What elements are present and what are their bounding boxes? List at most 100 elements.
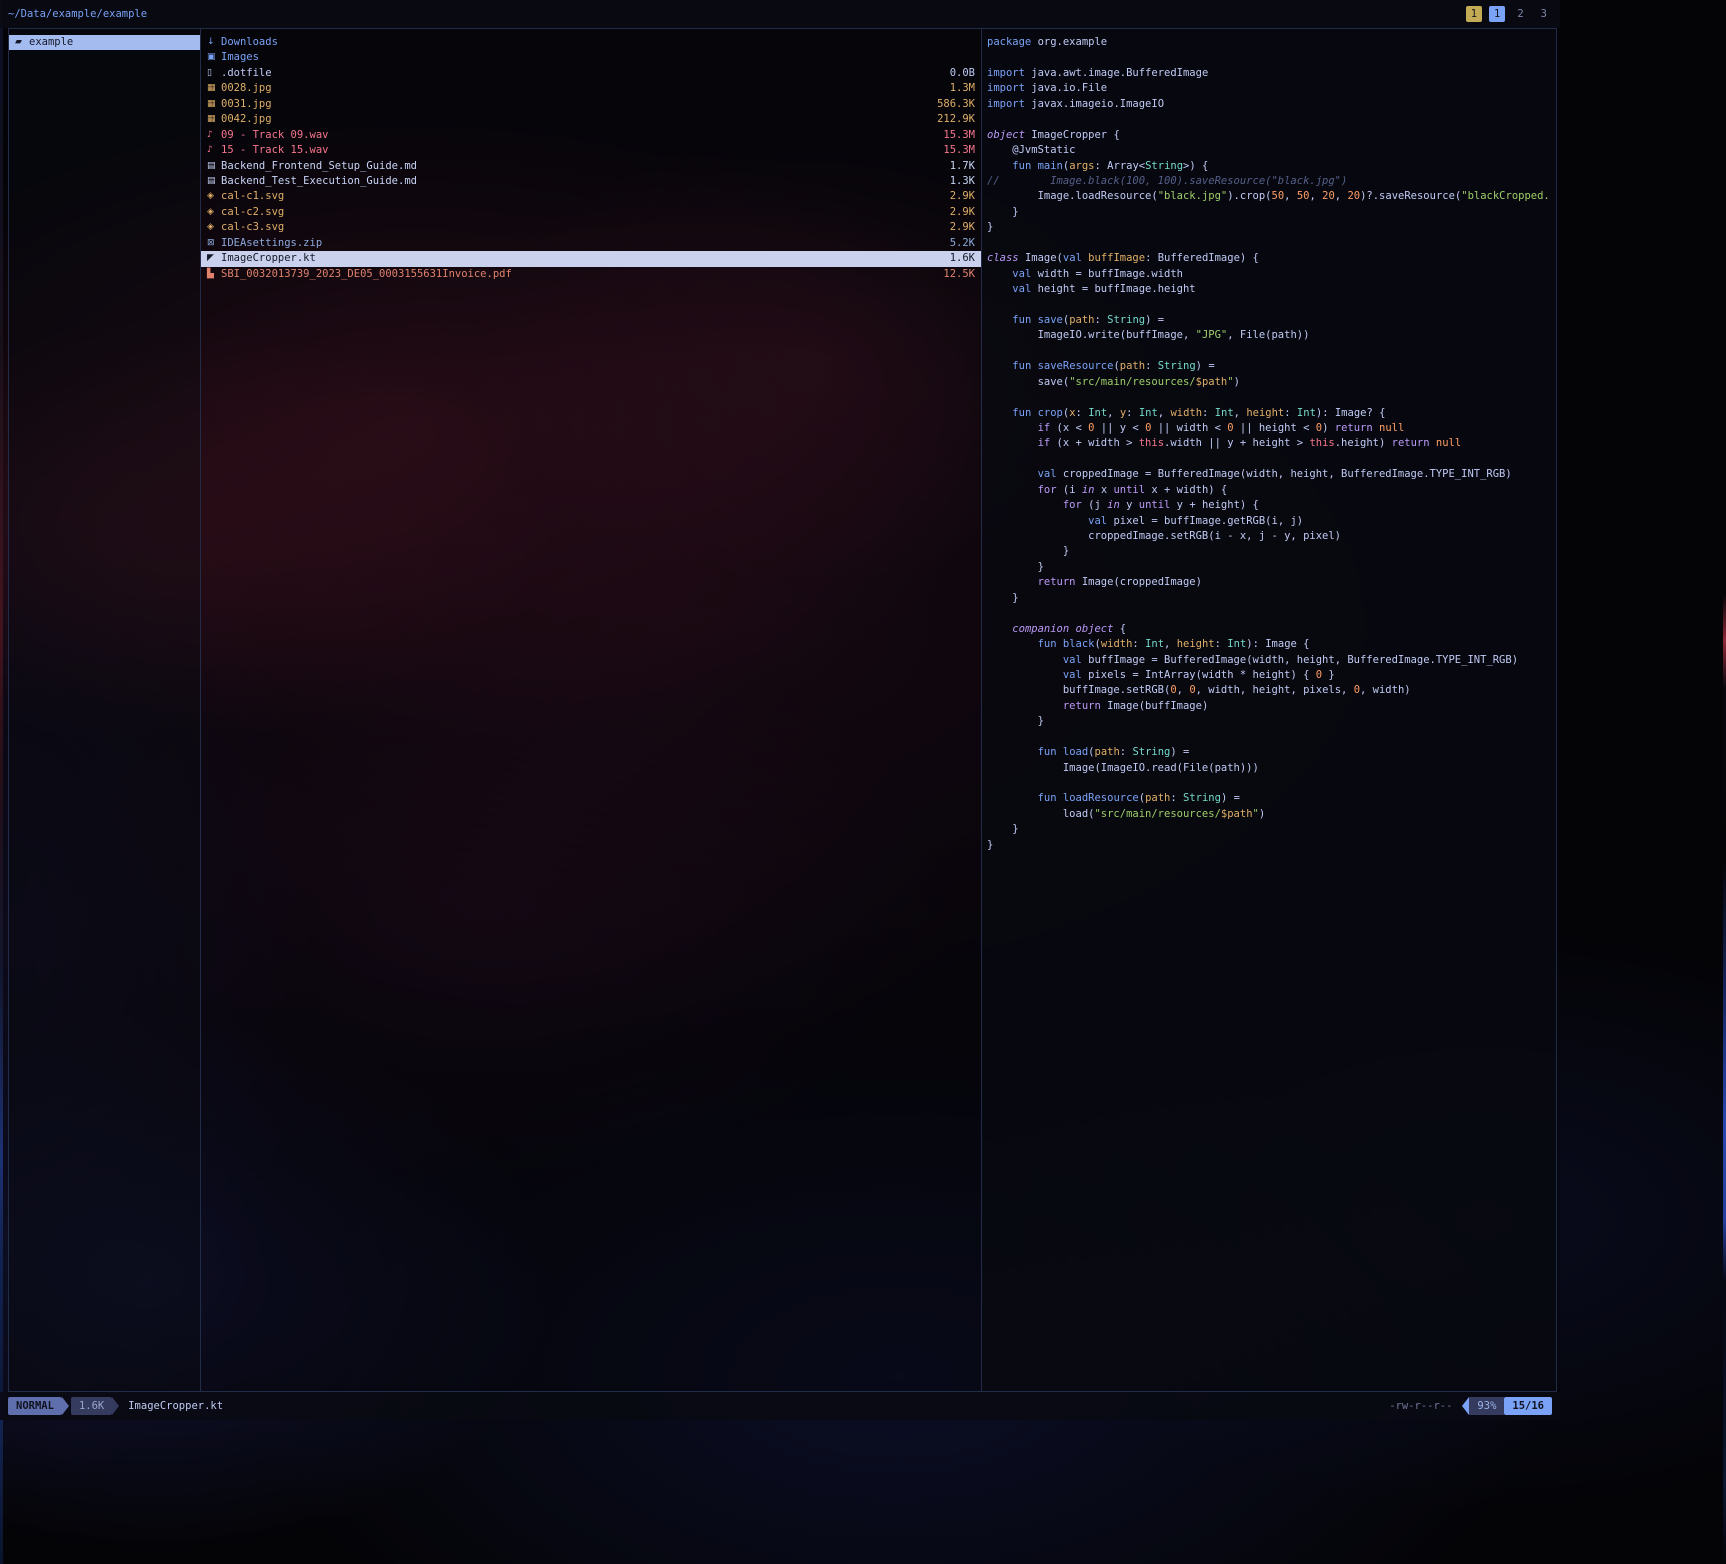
code-line: fun main(args: Array<String>) { — [987, 159, 1552, 174]
code-line — [987, 112, 1552, 127]
parent-directory-item[interactable]: ▰example — [9, 35, 200, 50]
code-line: fun load(path: String) = — [987, 745, 1552, 760]
file-name: 0042.jpg — [221, 112, 272, 127]
file-size: 1.6K — [942, 251, 975, 266]
code-line — [987, 606, 1552, 621]
file-row[interactable]: ↓Downloads — [201, 35, 981, 50]
code-line: for (j in y until y + height) { — [987, 498, 1552, 513]
file-size: 15.3M — [935, 143, 975, 158]
file-row[interactable]: ▯.dotfile0.0B — [201, 66, 981, 81]
file-row[interactable]: ◈cal-c1.svg2.9K — [201, 189, 981, 204]
terminal-window: ~/Data/example/example 1123 ▰example ↓Do… — [0, 0, 1560, 1420]
workspace-tab-1[interactable]: 1 — [1466, 6, 1482, 22]
folder-images-icon: ▣ — [207, 50, 221, 65]
workspace-tab-4[interactable]: 3 — [1536, 6, 1552, 22]
code-line: if (x < 0 || y < 0 || width < 0 || heigh… — [987, 421, 1552, 436]
file-size: 15.3M — [935, 128, 975, 143]
file-row[interactable]: ▣Images — [201, 50, 981, 65]
code-line: fun loadResource(path: String) = — [987, 791, 1552, 806]
code-line — [987, 730, 1552, 745]
file-size: 2.9K — [942, 220, 975, 235]
markdown-icon: ▤ — [207, 174, 221, 189]
scroll-percent: 93% — [1469, 1397, 1504, 1415]
current-directory-pane: ↓Downloads▣Images▯.dotfile0.0B▦0028.jpg1… — [201, 29, 982, 1391]
file-name: Backend_Test_Execution_Guide.md — [221, 174, 417, 189]
code-line: } — [987, 591, 1552, 606]
code-line: return Image(croppedImage) — [987, 575, 1552, 590]
code-line: val croppedImage = BufferedImage(width, … — [987, 467, 1552, 482]
audio-icon: ♪ — [207, 143, 221, 158]
code-line: fun saveResource(path: String) = — [987, 359, 1552, 374]
code-line: class Image(val buffImage: BufferedImage… — [987, 251, 1552, 266]
code-line: fun save(path: String) = — [987, 313, 1552, 328]
pdf-icon: ▙ — [207, 267, 221, 282]
file-row[interactable]: ▤Backend_Frontend_Setup_Guide.md1.7K — [201, 159, 981, 174]
code-line: fun black(width: Int, height: Int): Imag… — [987, 637, 1552, 652]
code-line: load("src/main/resources/$path") — [987, 807, 1552, 822]
file-row[interactable]: ♪09 - Track 09.wav 15.3M — [201, 128, 981, 143]
code-line: val pixel = buffImage.getRGB(i, j) — [987, 514, 1552, 529]
code-line: return Image(buffImage) — [987, 699, 1552, 714]
code-line: ImageIO.write(buffImage, "JPG", File(pat… — [987, 328, 1552, 343]
preview-pane: package org.example import java.awt.imag… — [982, 29, 1556, 1391]
code-line: package org.example — [987, 35, 1552, 50]
file-size: 2.9K — [942, 205, 975, 220]
powerline-separator-icon — [112, 1397, 119, 1415]
zip-icon: ⊠ — [207, 236, 221, 251]
file-size: 586.3K — [929, 97, 975, 112]
code-line: import java.awt.image.BufferedImage — [987, 66, 1552, 81]
parent-directory-pane: ▰example — [9, 29, 201, 1391]
svg-icon: ◈ — [207, 205, 221, 220]
file-size — [967, 35, 975, 50]
audio-icon: ♪ — [207, 128, 221, 143]
file-name: Downloads — [221, 35, 278, 50]
file-size: 212.9K — [929, 112, 975, 127]
code-line — [987, 344, 1552, 359]
file-row[interactable]: ▦0028.jpg1.3M — [201, 81, 981, 96]
file-name: 0031.jpg — [221, 97, 272, 112]
file-row[interactable]: ▙SBI_0032013739_2023_DE05_0003155631Invo… — [201, 267, 981, 282]
file-size: 1.3M — [942, 81, 975, 96]
file-size: 2.9K — [942, 189, 975, 204]
file-name: 09 - Track 09.wav — [221, 128, 328, 143]
file-size: 1.3K — [942, 174, 975, 189]
file-size: 12.5K — [935, 267, 975, 282]
file-row[interactable]: ◤ImageCropper.kt1.6K — [201, 251, 981, 266]
workspace-tab-3[interactable]: 2 — [1512, 6, 1528, 22]
parent-pane-list: ▰example — [9, 35, 200, 50]
code-line: fun crop(x: Int, y: Int, width: Int, hei… — [987, 406, 1552, 421]
kotlin-icon: ◤ — [207, 251, 221, 266]
code-line: save("src/main/resources/$path") — [987, 375, 1552, 390]
file-name: .dotfile — [221, 66, 272, 81]
code-line: import javax.imageio.ImageIO — [987, 97, 1552, 112]
file-row[interactable]: ▤Backend_Test_Execution_Guide.md 1.3K — [201, 174, 981, 189]
code-line: val pixels = IntArray(width * height) { … — [987, 668, 1552, 683]
statusbar-filename: ImageCropper.kt — [128, 1400, 223, 1412]
code-line: val width = buffImage.width — [987, 267, 1552, 282]
code-line: } — [987, 838, 1552, 853]
file-row[interactable]: ▦0031.jpg586.3K — [201, 97, 981, 112]
image-icon: ▦ — [207, 112, 221, 127]
status-bar-right: -rw-r--r-- 93% 15/16 — [1389, 1397, 1552, 1415]
file-row[interactable]: ◈cal-c3.svg2.9K — [201, 220, 981, 235]
file-name: Backend_Frontend_Setup_Guide.md — [221, 159, 417, 174]
code-line: } — [987, 205, 1552, 220]
file-row[interactable]: ▦0042.jpg 212.9K — [201, 112, 981, 127]
code-line: } — [987, 714, 1552, 729]
code-line: } — [987, 560, 1552, 575]
svg-icon: ◈ — [207, 189, 221, 204]
workspace-tab-2[interactable]: 1 — [1489, 6, 1505, 22]
code-line: } — [987, 822, 1552, 837]
file-name: SBI_0032013739_2023_DE05_0003155631Invoi… — [221, 267, 512, 282]
parent-item-label: example — [29, 35, 73, 50]
svg-icon: ◈ — [207, 220, 221, 235]
powerline-separator-icon — [62, 1397, 69, 1415]
file-row[interactable]: ♪15 - Track 15.wav15.3M — [201, 143, 981, 158]
code-line: croppedImage.setRGB(i - x, j - y, pixel) — [987, 529, 1552, 544]
file-row[interactable]: ◈cal-c2.svg2.9K — [201, 205, 981, 220]
cursor-position: 15/16 — [1504, 1397, 1552, 1415]
code-line: val buffImage = BufferedImage(width, hei… — [987, 653, 1552, 668]
code-line: if (x + width > this.width || y + height… — [987, 436, 1552, 451]
file-row[interactable]: ⊠IDEAsettings.zip5.2K — [201, 236, 981, 251]
code-line: @JvmStatic — [987, 143, 1552, 158]
